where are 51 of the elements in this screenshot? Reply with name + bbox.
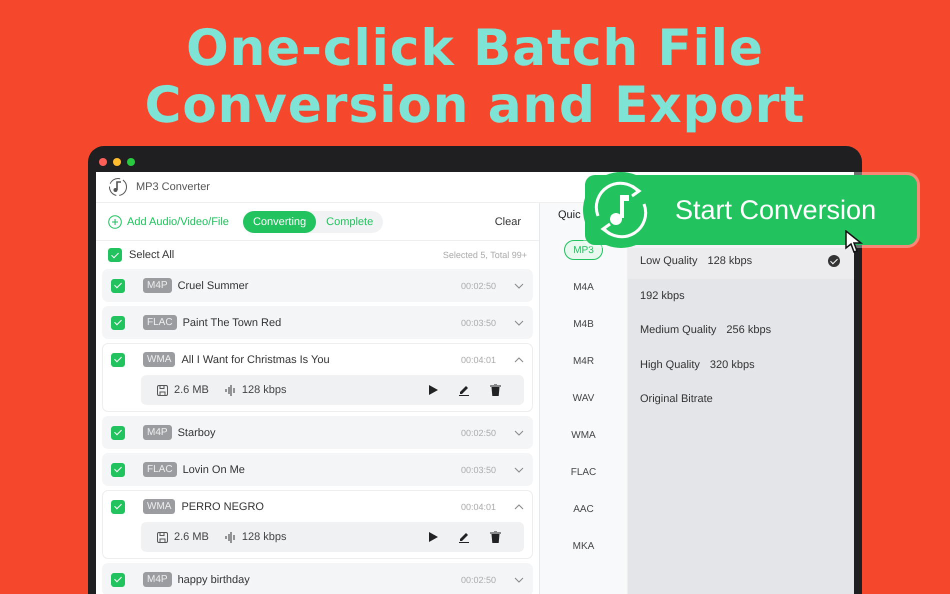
headline: One-click Batch File Conversion and Export	[144, 20, 806, 134]
file-duration: 00:02:50	[460, 574, 496, 584]
file-row[interactable]: M4P Starboy 00:02:50	[102, 416, 533, 449]
file-row[interactable]: WMA All I Want for Christmas Is You 00:04:01 2.6 MB 128 kbps	[102, 343, 533, 412]
file-name: happy birthday	[178, 574, 250, 586]
file-bitrate: 128 kbps	[242, 384, 287, 396]
file-row[interactable]: FLAC Lovin On Me 00:03:50	[102, 453, 533, 486]
file-name: Starboy	[178, 426, 216, 438]
clear-button[interactable]: Clear	[488, 214, 527, 228]
format-option[interactable]: M4A	[564, 277, 603, 297]
file-size: 2.6 MB	[174, 384, 209, 396]
quality-option[interactable]: Original Bitrate	[628, 382, 854, 416]
quality-option[interactable]: Low Quality 128 kbps	[628, 244, 854, 278]
file-duration: 00:02:50	[460, 280, 496, 290]
file-name: Cruel Summer	[178, 280, 248, 292]
format-tag: WMA	[143, 499, 176, 514]
format-option[interactable]: WMA	[562, 425, 605, 445]
file-size: 2.6 MB	[174, 531, 209, 543]
format-option[interactable]: M4R	[564, 351, 604, 371]
format-option[interactable]: AAC	[564, 499, 603, 519]
file-duration: 00:04:01	[460, 354, 496, 364]
quality-option[interactable]: 192 kbps	[628, 278, 854, 313]
format-tag: M4P	[143, 572, 172, 587]
file-row[interactable]: M4P Cruel Summer 00:02:50	[102, 269, 533, 302]
file-duration: 00:03:50	[460, 464, 496, 474]
file-name: All I Want for Christmas Is You	[181, 354, 330, 366]
quality-option[interactable]: Medium Quality 256 kbps	[628, 313, 854, 348]
file-name: Paint The Town Red	[182, 316, 282, 328]
format-option[interactable]: WAV	[564, 388, 604, 408]
format-tag: FLAC	[143, 462, 177, 477]
file-duration: 00:04:01	[460, 502, 496, 512]
file-bitrate: 128 kbps	[242, 531, 287, 543]
settings-tab[interactable]: Quic	[540, 203, 581, 232]
format-tag: M4P	[143, 278, 172, 293]
file-row[interactable]: FLAC Paint The Town Red 00:03:50	[102, 306, 533, 339]
window-title: MP3 Converter	[136, 181, 210, 193]
format-tag: WMA	[143, 352, 176, 367]
format-option[interactable]: M4B	[564, 314, 603, 334]
selection-summary: Selected 5, Total 99+	[442, 250, 527, 260]
format-tag: M4P	[143, 425, 172, 440]
file-duration: 00:02:50	[460, 428, 496, 438]
file-name: PERRO NEGRO	[181, 500, 264, 512]
file-row[interactable]: WMA PERRO NEGRO 00:04:01 2.6 MB 128 kbps	[102, 490, 533, 559]
file-name: Lovin On Me	[182, 464, 245, 476]
format-option[interactable]: MKA	[564, 536, 604, 556]
format-option[interactable]: FLAC	[562, 462, 606, 482]
select-all-label: Select All	[129, 249, 174, 261]
quality-option[interactable]: High Quality 320 kbps	[628, 348, 854, 382]
format-tag: FLAC	[143, 315, 177, 330]
file-duration: 00:03:50	[460, 318, 496, 328]
file-row[interactable]: M4P happy birthday 00:02:50	[102, 563, 533, 594]
